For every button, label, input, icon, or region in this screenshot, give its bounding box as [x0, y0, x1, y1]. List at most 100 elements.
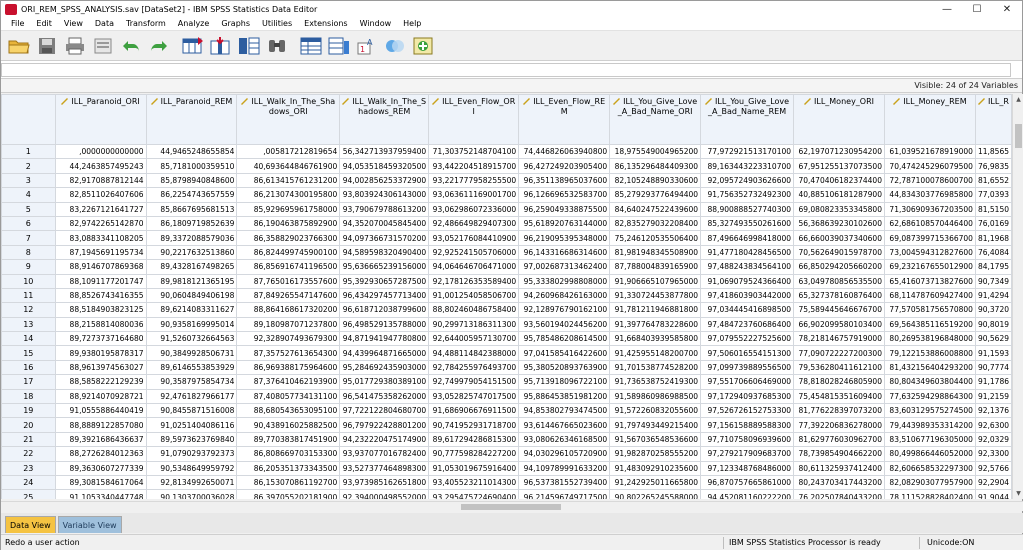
data-cell[interactable]: 92,095724903626600: [700, 172, 795, 189]
data-cell[interactable]: 90,5629: [974, 331, 1012, 347]
row-number[interactable]: 5: [1, 201, 56, 217]
column-header[interactable]: ILL_Even_Flow_REM: [518, 94, 611, 145]
row-number[interactable]: 6: [1, 215, 56, 232]
data-cell[interactable]: 79,122153886008800: [883, 345, 976, 361]
data-cell[interactable]: 89,6146553853929: [145, 359, 238, 376]
data-cell[interactable]: 91,330724453877800: [609, 287, 702, 304]
data-cell[interactable]: 94,488114842388000: [428, 345, 520, 361]
data-cell[interactable]: 97,099739889556500: [700, 359, 795, 376]
data-cell[interactable]: 91,9044: [974, 489, 1012, 499]
data-cell[interactable]: 85,279293776494400: [609, 187, 702, 203]
scroll-up-icon[interactable]: ▲: [1013, 94, 1023, 105]
data-cell[interactable]: 86,153070861192700: [236, 474, 341, 491]
data-cell[interactable]: 94,053518459320500: [339, 158, 430, 174]
data-cell[interactable]: 84,640247522439600: [609, 201, 702, 217]
data-cell[interactable]: 91,5260732664563: [145, 331, 238, 347]
data-cell[interactable]: 77,632594298864300: [883, 388, 976, 405]
data-cell[interactable]: 96,797922428801200: [339, 417, 430, 433]
data-cell[interactable]: 93,221777958255500: [428, 172, 520, 189]
data-cell[interactable]: 93,052176084410900: [428, 230, 520, 246]
show-all-variables-icon[interactable]: [411, 35, 435, 57]
data-cell[interactable]: 97,722122804680700: [339, 403, 430, 419]
row-number[interactable]: 22: [1, 446, 56, 462]
data-cell[interactable]: 90,9358169995014: [145, 316, 238, 333]
data-cell[interactable]: 93,973985162651800: [339, 474, 430, 491]
row-number[interactable]: 8: [1, 244, 56, 261]
data-cell[interactable]: 92,128976790162100: [518, 302, 611, 318]
value-labels-icon[interactable]: 1A: [355, 35, 379, 57]
row-number[interactable]: 23: [1, 460, 56, 476]
scroll-down-icon[interactable]: ▼: [1013, 488, 1023, 499]
data-cell[interactable]: 66,660039037340600: [793, 230, 885, 246]
goto-variable-icon[interactable]: [209, 35, 233, 57]
data-cell[interactable]: 87,788004839165900: [609, 259, 702, 275]
data-cell[interactable]: 87,376410462193900: [236, 374, 341, 390]
data-cell[interactable]: 88,1091177201747: [54, 273, 147, 289]
cell-value-input[interactable]: [1, 63, 1011, 77]
data-cell[interactable]: 84,1795: [974, 259, 1012, 275]
data-cell[interactable]: 66,902099580103400: [793, 316, 885, 333]
data-cell[interactable]: 70,470406182374400: [793, 172, 885, 189]
data-cell[interactable]: 94,002856253372900: [339, 172, 430, 189]
data-cell[interactable]: 69,232167655012900: [883, 259, 976, 275]
maximize-icon[interactable]: ☐: [962, 1, 992, 17]
data-cell[interactable]: 91,483092910235600: [609, 460, 702, 476]
data-cell[interactable]: 78,111528828402400: [883, 489, 976, 499]
data-cell[interactable]: 83,2267121641727: [54, 201, 147, 217]
data-cell[interactable]: 86,397055202181900: [236, 489, 341, 499]
data-cell[interactable]: 88,802460486758400: [428, 302, 520, 318]
data-cell[interactable]: 92,3300: [974, 446, 1012, 462]
column-header[interactable]: ILL_R: [974, 94, 1012, 145]
data-cell[interactable]: 94,097366731570200: [339, 230, 430, 246]
data-cell[interactable]: 86,969388175964600: [236, 359, 341, 376]
data-cell[interactable]: 69,564385116519200: [883, 316, 976, 333]
data-cell[interactable]: ,0000000000000: [54, 143, 147, 160]
data-cell[interactable]: 93,790679788613200: [339, 201, 430, 217]
data-cell[interactable]: 91,242925011665800: [609, 474, 702, 491]
data-cell[interactable]: 97,484723760686400: [700, 316, 795, 333]
data-cell[interactable]: 97,172940937685300: [700, 388, 795, 405]
data-cell[interactable]: 96,214596749717500: [518, 489, 611, 499]
data-cell[interactable]: 97,123348768486000: [700, 460, 795, 476]
data-cell[interactable]: 92,925241505706000: [428, 244, 520, 261]
data-cell[interactable]: 80,499866446052000: [883, 446, 976, 462]
data-cell[interactable]: 78,218146757919000: [793, 331, 885, 347]
tab-variable-view[interactable]: Variable View: [57, 516, 122, 533]
data-cell[interactable]: 87,849265547147600: [236, 287, 341, 304]
data-cell[interactable]: 89,9380195878317: [54, 345, 147, 361]
data-cell[interactable]: 85,7181000359510: [145, 158, 238, 174]
data-cell[interactable]: 95,785486208614500: [518, 331, 611, 347]
data-cell[interactable]: 62,197071230954200: [793, 143, 885, 160]
data-cell[interactable]: 86,135296484409300: [609, 158, 702, 174]
open-folder-icon[interactable]: [7, 35, 31, 57]
data-cell[interactable]: 68,114787609427400: [883, 287, 976, 304]
data-cell[interactable]: 76,4084: [974, 244, 1012, 261]
data-cell[interactable]: 56,368639230102600: [793, 215, 885, 232]
data-cell[interactable]: 86,808669703153300: [236, 446, 341, 462]
data-cell[interactable]: 91,701538774528200: [609, 359, 702, 376]
data-cell[interactable]: 96,351138965037600: [518, 172, 611, 189]
data-cell[interactable]: 71,306909367203500: [883, 201, 976, 217]
row-number[interactable]: 14: [1, 331, 56, 347]
data-cell[interactable]: 90,3720: [974, 302, 1012, 318]
data-cell[interactable]: 96,498529135788000: [339, 316, 430, 333]
data-cell[interactable]: 87,408057734131100: [236, 388, 341, 405]
data-cell[interactable]: 91,797493449215400: [609, 417, 702, 433]
data-cell[interactable]: 44,9465248655854: [145, 143, 238, 160]
data-cell[interactable]: 95,713918096722100: [518, 374, 611, 390]
data-cell[interactable]: 80,269538196848000: [883, 331, 976, 347]
data-cell[interactable]: 91,001254058506700: [428, 287, 520, 304]
data-cell[interactable]: 89,3372088579036: [145, 230, 238, 246]
data-cell[interactable]: 92,5766: [974, 460, 1012, 476]
data-cell[interactable]: 91,736538752419300: [609, 374, 702, 390]
redo-icon[interactable]: [147, 35, 171, 57]
data-cell[interactable]: 96,618712038799600: [339, 302, 430, 318]
data-cell[interactable]: 81,5150: [974, 201, 1012, 217]
data-cell[interactable]: 93,080626346168500: [518, 431, 611, 448]
data-cell[interactable]: 90,438916025882500: [236, 417, 341, 433]
data-cell[interactable]: 92,486649829407300: [428, 215, 520, 232]
data-cell[interactable]: 79,443989353314200: [883, 417, 976, 433]
data-cell[interactable]: 91,053019675916400: [428, 460, 520, 476]
dialog-recall-icon[interactable]: [91, 35, 115, 57]
data-cell[interactable]: 96,126696532583700: [518, 187, 611, 203]
